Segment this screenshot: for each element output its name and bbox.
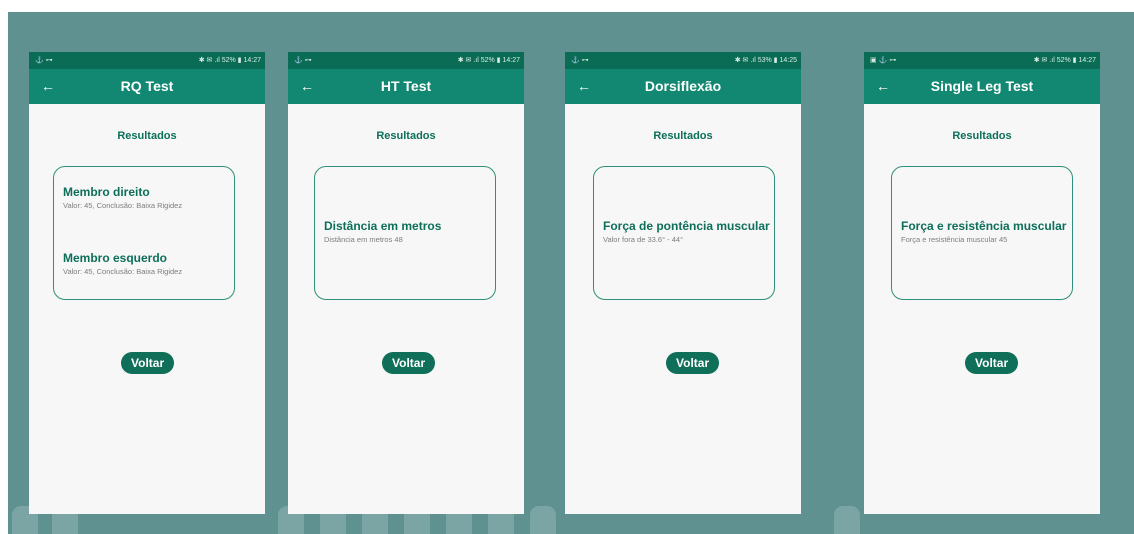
status-icons-left: ⚓ ⊶ (294, 57, 312, 64)
voltar-button[interactable]: Voltar (666, 352, 720, 374)
status-icons-right: ✱ ✉ .ıl 52% ▮ 14:27 (198, 57, 261, 64)
results-heading: Resultados (117, 130, 177, 142)
result-value: Valor: 45, Conclusão: Baixa Rigidez (63, 201, 183, 210)
results-heading: Resultados (653, 130, 713, 142)
screenshot-collage: ⚓ ⊶ ✱ ✉ .ıl 52% ▮ 14:27 ← RQ Test Result… (8, 12, 1134, 534)
result-title: Distância em metros (324, 219, 442, 233)
status-icons-left: ▣ ⚓ ⊶ (870, 57, 897, 64)
results-card: Força e resistência muscular Força e res… (891, 166, 1073, 300)
result-value: Distância em metros 48 (324, 235, 403, 244)
status-icons-left: ⚓ ⊶ (571, 57, 589, 64)
status-bar: ⚓ ⊶ ✱ ✉ .ıl 53% ▮ 14:25 (565, 52, 801, 69)
phone-screen-rq-test: ⚓ ⊶ ✱ ✉ .ıl 52% ▮ 14:27 ← RQ Test Result… (29, 52, 265, 514)
screen-title: Dorsiflexão (644, 78, 722, 94)
status-icons-left: ⚓ ⊶ (35, 57, 53, 64)
status-icons-right: ✱ ✉ .ıl 52% ▮ 14:27 (457, 57, 520, 64)
results-heading: Resultados (952, 130, 1012, 142)
status-bar: ⚓ ⊶ ✱ ✉ .ıl 52% ▮ 14:27 (29, 52, 265, 69)
result-entry: Força e resistência muscular Força e res… (901, 219, 1066, 244)
result-entry: Força de pontência muscular Valor fora d… (603, 219, 770, 244)
result-entry: Membro esquerdo Valor: 45, Conclusão: Ba… (63, 251, 228, 276)
result-title: Força de pontência muscular (603, 219, 770, 233)
voltar-button[interactable]: Voltar (965, 352, 1019, 374)
status-bar: ⚓ ⊶ ✱ ✉ .ıl 52% ▮ 14:27 (288, 52, 524, 69)
result-value: Valor fora de 33.6° - 44° (603, 235, 684, 244)
screen-title: Single Leg Test (930, 78, 1034, 94)
status-icons-right: ✱ ✉ .ıl 52% ▮ 14:27 (1033, 57, 1096, 64)
phone-screen-single-leg-test: ▣ ⚓ ⊶ ✱ ✉ .ıl 52% ▮ 14:27 ← Single Leg T… (864, 52, 1100, 514)
results-card: Membro direito Valor: 45, Conclusão: Bai… (53, 166, 235, 300)
results-heading: Resultados (376, 130, 436, 142)
app-bar: ← Dorsiflexão (565, 69, 801, 104)
phone-screen-ht-test: ⚓ ⊶ ✱ ✉ .ıl 52% ▮ 14:27 ← HT Test Result… (288, 52, 524, 514)
result-entry: Distância em metros Distância em metros … (324, 219, 489, 244)
arrow-left-icon[interactable]: ← (575, 69, 593, 104)
result-value: Valor: 45, Conclusão: Baixa Rigidez (63, 267, 183, 276)
app-bar: ← RQ Test (29, 69, 265, 104)
status-icons-right: ✱ ✉ .ıl 53% ▮ 14:25 (734, 57, 797, 64)
result-title: Força e resistência muscular (901, 219, 1067, 233)
result-entry: Membro direito Valor: 45, Conclusão: Bai… (63, 185, 228, 210)
status-bar: ▣ ⚓ ⊶ ✱ ✉ .ıl 52% ▮ 14:27 (864, 52, 1100, 69)
app-bar: ← Single Leg Test (864, 69, 1100, 104)
screen-title: RQ Test (120, 78, 174, 94)
result-title: Membro direito (63, 185, 150, 199)
result-title: Membro esquerdo (63, 251, 168, 265)
voltar-button[interactable]: Voltar (121, 352, 175, 374)
arrow-left-icon[interactable]: ← (298, 69, 316, 104)
phone-screen-dorsiflexao: ⚓ ⊶ ✱ ✉ .ıl 53% ▮ 14:25 ← Dorsiflexão Re… (565, 52, 801, 514)
app-bar: ← HT Test (288, 69, 524, 104)
screen-title: HT Test (380, 78, 432, 94)
results-card: Força de pontência muscular Valor fora d… (593, 166, 775, 300)
arrow-left-icon[interactable]: ← (39, 69, 57, 104)
results-card: Distância em metros Distância em metros … (314, 166, 496, 300)
result-value: Força e resistência muscular 45 (901, 235, 1008, 244)
arrow-left-icon[interactable]: ← (874, 69, 892, 104)
voltar-button[interactable]: Voltar (382, 352, 436, 374)
